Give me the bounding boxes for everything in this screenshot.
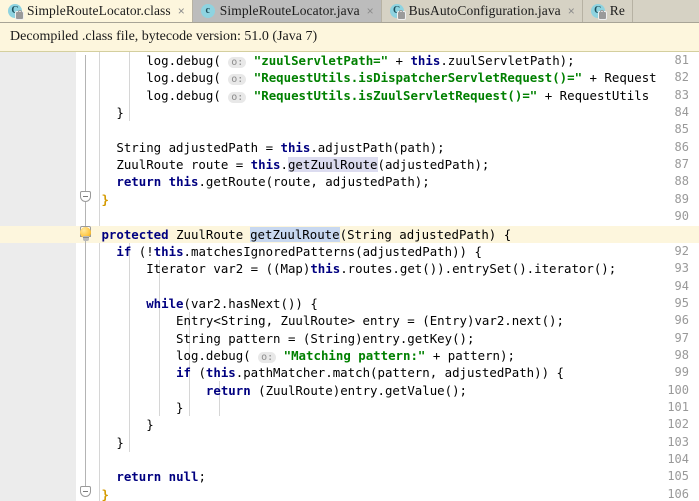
java-class-icon: C	[590, 4, 606, 19]
java-file-icon: c	[200, 4, 215, 18]
editor-tab-simpleroutelocator-java[interactable]: c SimpleRouteLocator.java ×	[192, 0, 382, 22]
fold-region-line	[85, 202, 86, 226]
editor-tab-label: SimpleRouteLocator.class	[27, 3, 171, 18]
code-line-106[interactable]: }	[94, 486, 108, 501]
code-editor[interactable]: 81 82 83 84 85 86 87 88 89 90 91 92 93 9…	[0, 52, 699, 501]
code-line-89[interactable]: }	[94, 191, 108, 208]
editor-tab-label: SimpleRouteLocator.java	[219, 3, 360, 18]
editor-tab-simpleroutelocator-class[interactable]: C SimpleRouteLocator.class ×	[0, 0, 193, 22]
java-class-icon: C	[8, 4, 23, 19]
close-icon[interactable]: ×	[178, 5, 185, 18]
editor-tab-truncated[interactable]: C Re	[582, 0, 633, 22]
code-line-96[interactable]: Entry<String, ZuulRoute> entry = (Entry)…	[94, 312, 564, 329]
java-class-icon: C	[389, 4, 405, 19]
code-line-102[interactable]: }	[94, 416, 153, 433]
inlay-hint: o:	[228, 57, 247, 68]
code-line-93[interactable]: Iterator var2 = ((Map)this.routes.get())…	[94, 260, 616, 277]
close-icon[interactable]: ×	[367, 5, 374, 18]
fold-marker-end-89[interactable]	[80, 191, 91, 202]
code-line-85[interactable]	[94, 121, 101, 138]
code-line-86[interactable]: String adjustedPath = this.adjustPath(pa…	[94, 139, 444, 156]
decompiled-class-notification: Decompiled .class file, bytecode version…	[0, 23, 699, 52]
inlay-hint: o:	[228, 74, 247, 86]
editor-tab-bar: C SimpleRouteLocator.class × c SimpleRou…	[0, 0, 699, 23]
close-icon[interactable]: ×	[568, 5, 575, 18]
intention-lightbulb-icon[interactable]	[79, 227, 92, 241]
selected-identifier[interactable]: getZuulRoute	[250, 226, 340, 242]
code-line-87[interactable]: ZuulRoute route = this.getZuulRoute(adju…	[94, 156, 489, 173]
code-line-97[interactable]: String pattern = (String)entry.getKey();	[94, 330, 474, 347]
line-number-gutter[interactable]	[0, 52, 77, 501]
fold-region-line	[85, 55, 86, 191]
code-line-83[interactable]: log.debug( o: "RequestUtils.isZuulServle…	[94, 87, 649, 106]
code-line-88[interactable]: return this.getRoute(route, adjustedPath…	[94, 173, 429, 190]
code-text-area[interactable]: log.debug( o: "zuulServletPath=" + this.…	[94, 52, 699, 501]
code-line-91[interactable]: protected ZuulRoute getZuulRoute(String …	[94, 226, 511, 243]
editor-tab-busautoconfiguration-java[interactable]: C BusAutoConfiguration.java ×	[381, 0, 583, 22]
editor-tab-label: Re	[609, 3, 625, 18]
code-line-103[interactable]: }	[94, 434, 123, 451]
code-line-90[interactable]	[94, 208, 101, 225]
ide-editor-window: C SimpleRouteLocator.class × c SimpleRou…	[0, 0, 699, 501]
inlay-hint: o:	[228, 91, 247, 103]
fold-marker-column[interactable]	[76, 52, 94, 501]
code-line-104[interactable]	[94, 451, 101, 468]
code-line-94[interactable]	[94, 278, 101, 295]
notification-message: Decompiled .class file, bytecode version…	[10, 29, 318, 44]
code-line-92[interactable]: if (!this.matchesIgnoredPatterns(adjuste…	[94, 243, 482, 260]
editor-tab-label: BusAutoConfiguration.java	[408, 3, 561, 18]
code-line-101[interactable]: }	[94, 399, 183, 416]
fold-region-line	[85, 237, 86, 486]
code-line-105[interactable]: return null;	[94, 468, 206, 485]
code-line-95[interactable]: while(var2.hasNext()) {	[94, 295, 318, 312]
usage-highlight: getZuulRoute	[287, 157, 378, 173]
inlay-hint: o:	[258, 351, 277, 363]
code-line-99[interactable]: if (this.pathMatcher.match(pattern, adju…	[94, 364, 564, 381]
fold-marker-end-106[interactable]	[80, 486, 91, 497]
code-line-100[interactable]: return (ZuulRoute)entry.getValue();	[94, 382, 467, 399]
code-line-84[interactable]: }	[94, 104, 123, 121]
